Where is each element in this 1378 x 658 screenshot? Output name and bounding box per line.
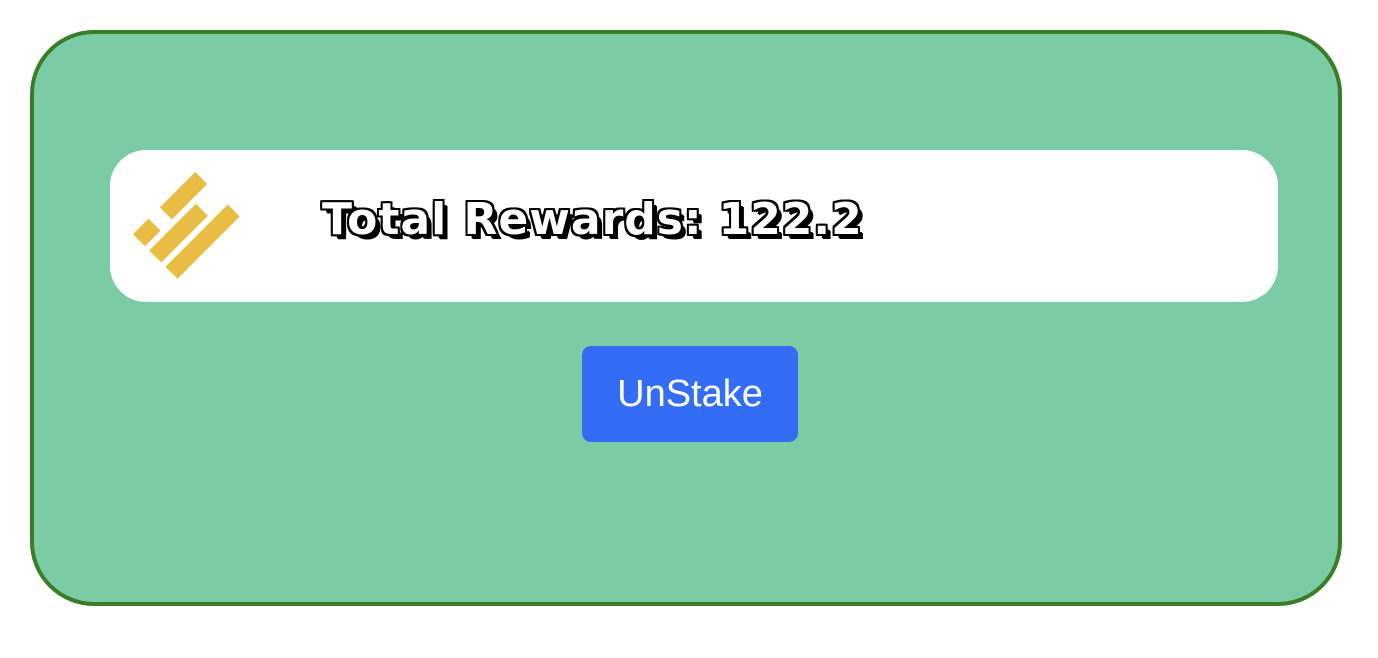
rewards-panel: Total Rewards: 122.2 <box>110 150 1278 302</box>
total-rewards-value: 122.2 <box>718 194 863 245</box>
total-rewards: Total Rewards: 122.2 <box>322 188 863 252</box>
total-rewards-label: Total Rewards: <box>322 194 703 245</box>
unstake-button[interactable]: UnStake <box>582 346 798 442</box>
staking-card: Total Rewards: 122.2 UnStake <box>30 30 1342 606</box>
binance-usd-logo-icon <box>130 168 242 282</box>
